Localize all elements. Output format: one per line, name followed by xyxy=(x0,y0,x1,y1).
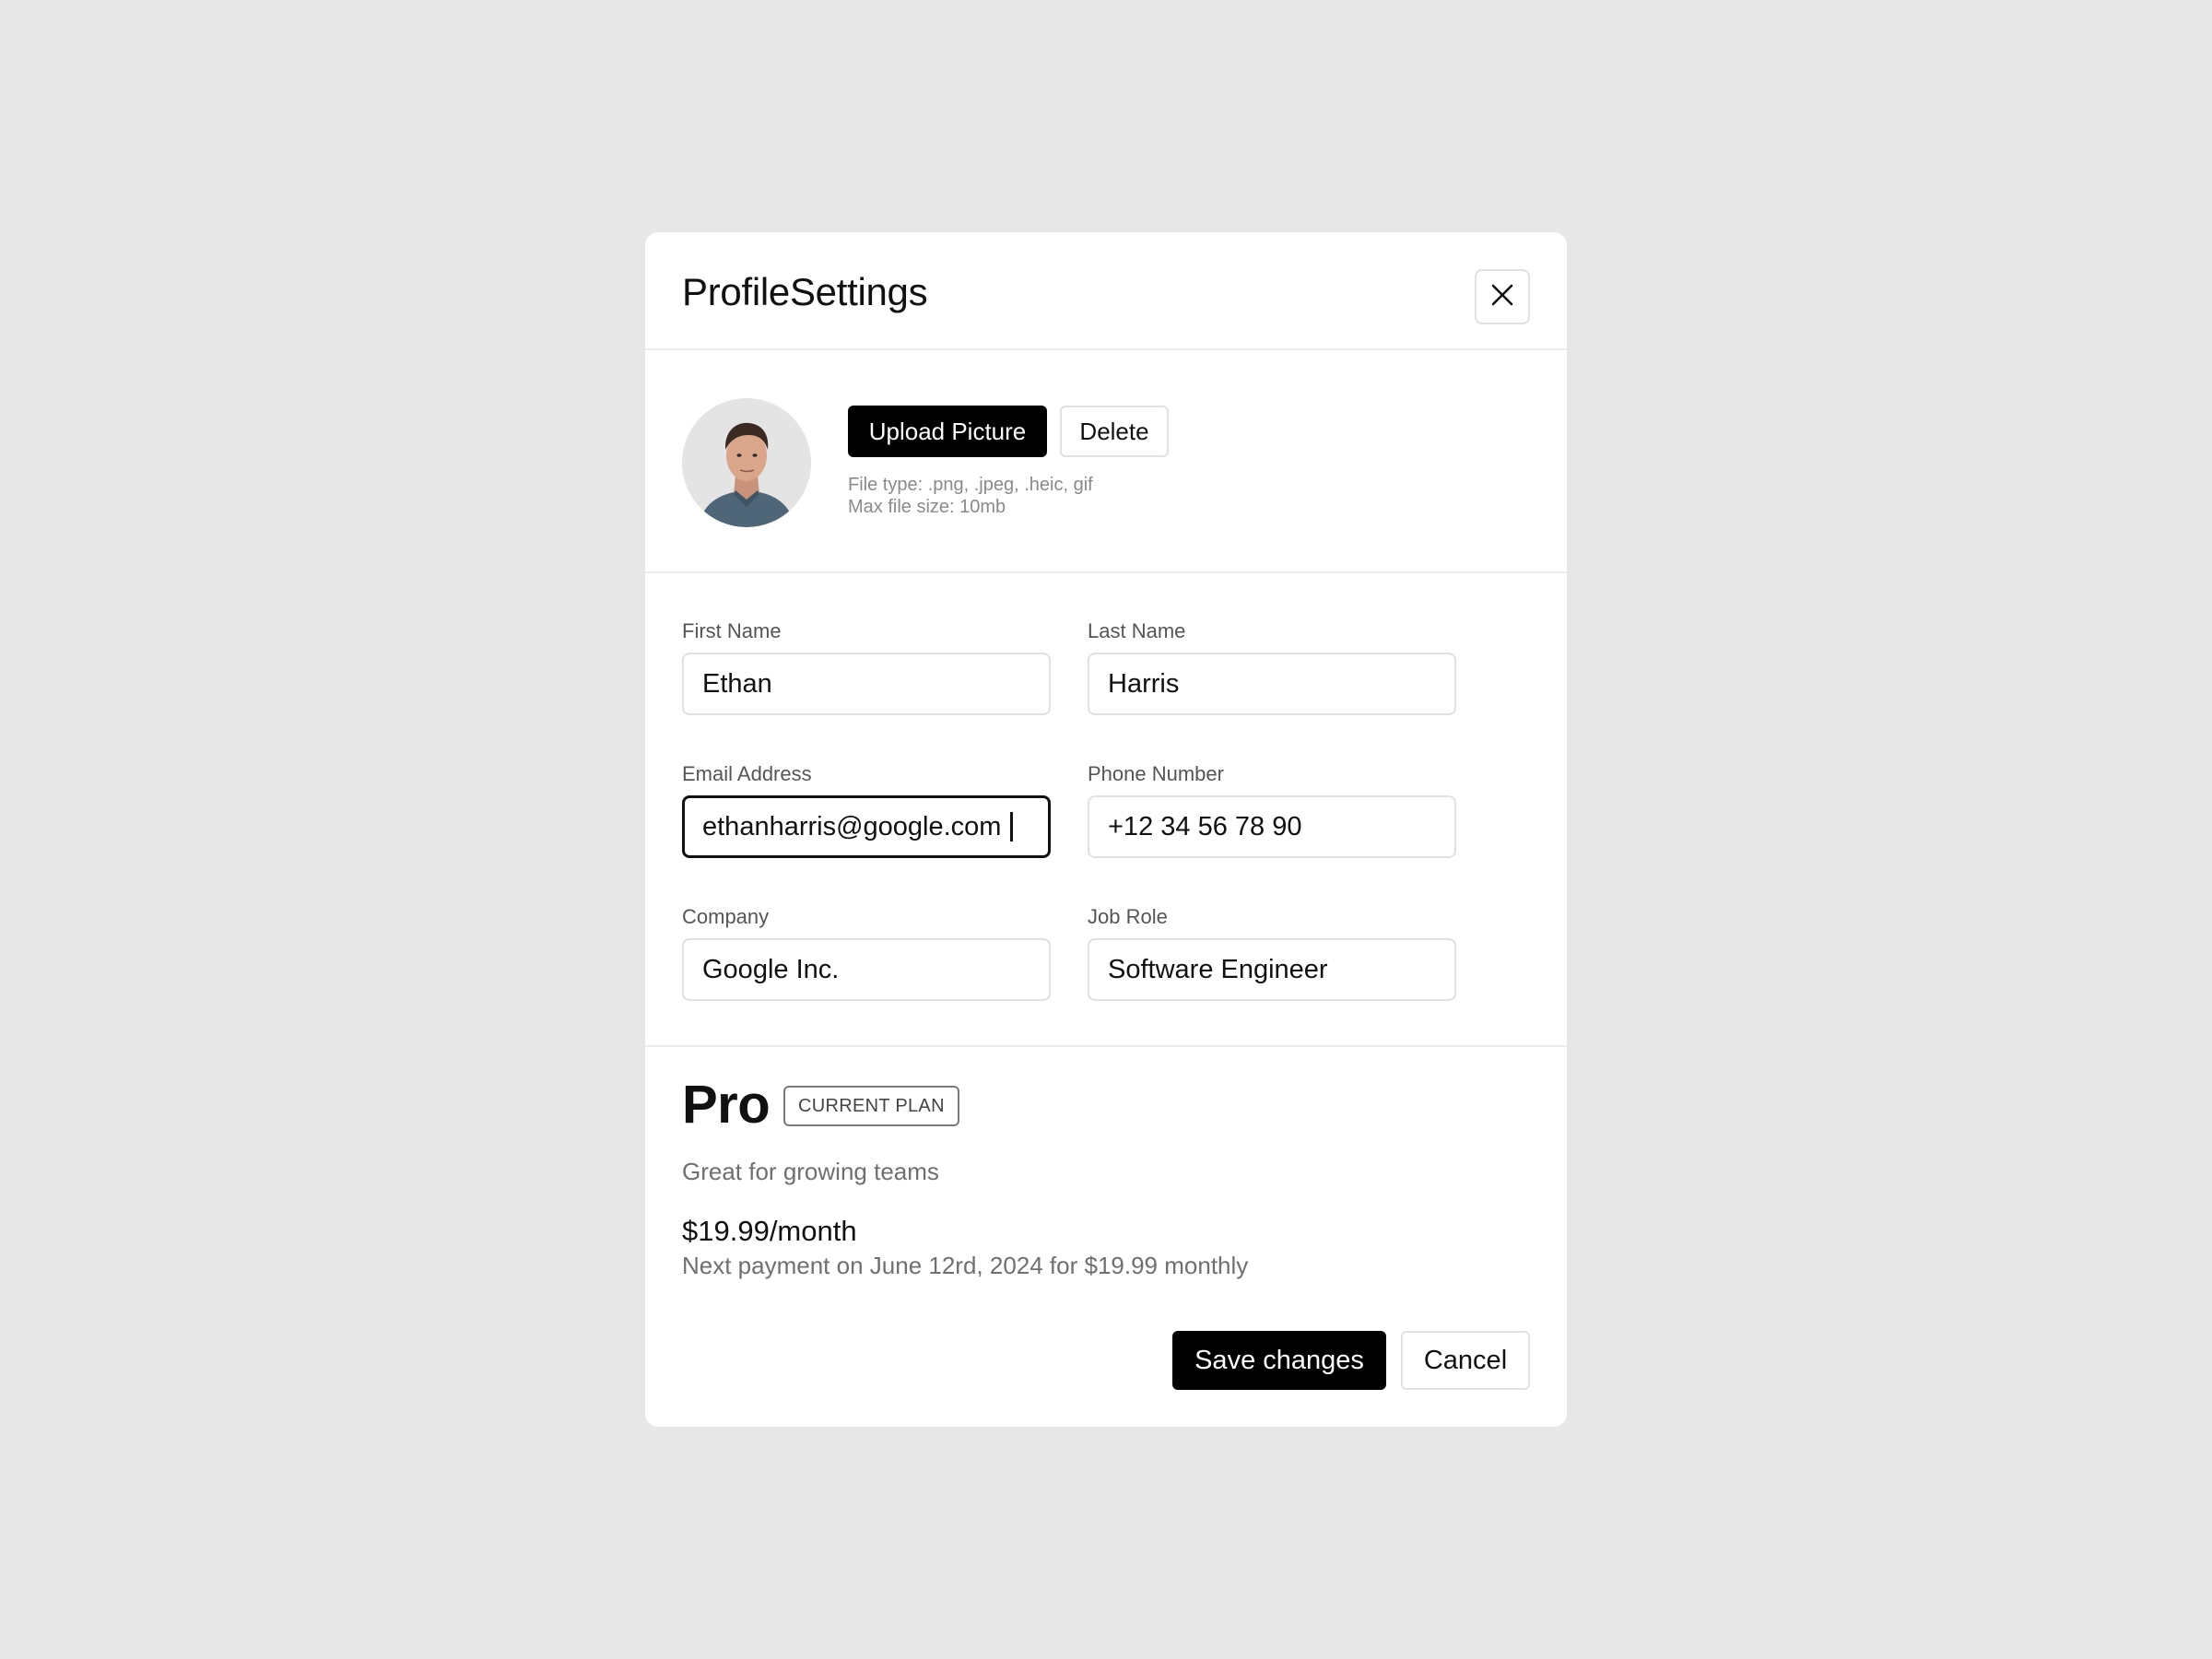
section-divider xyxy=(645,1045,1567,1047)
section-divider xyxy=(645,571,1567,573)
email-label: Email Address xyxy=(682,762,812,785)
first-name-input[interactable]: Ethan xyxy=(682,653,1051,715)
delete-picture-button[interactable]: Delete xyxy=(1060,406,1169,457)
last-name-value: Harris xyxy=(1108,668,1180,699)
close-button[interactable] xyxy=(1475,269,1530,324)
cancel-button[interactable]: Cancel xyxy=(1401,1331,1530,1390)
next-payment-text: Next payment on June 12rd, 2024 for $19.… xyxy=(682,1252,1249,1279)
job-role-label: Job Role xyxy=(1088,905,1168,928)
dialog-header: ProfileSettings xyxy=(645,232,1567,350)
phone-input[interactable]: +12 34 56 78 90 xyxy=(1088,795,1456,858)
first-name-label: First Name xyxy=(682,619,782,642)
company-value: Google Inc. xyxy=(702,954,840,984)
first-name-value: Ethan xyxy=(702,668,772,699)
plan-description: Great for growing teams xyxy=(682,1158,939,1185)
last-name-input[interactable]: Harris xyxy=(1088,653,1456,715)
phone-label: Phone Number xyxy=(1088,762,1224,785)
job-role-value: Software Engineer xyxy=(1108,954,1328,984)
company-input[interactable]: Google Inc. xyxy=(682,938,1051,1001)
company-label: Company xyxy=(682,905,770,928)
last-name-label: Last Name xyxy=(1088,619,1186,642)
save-changes-button[interactable]: Save changes xyxy=(1172,1331,1386,1390)
text-caret xyxy=(1010,812,1014,841)
file-type-hint: File type: .png, .jpeg, .heic, gif xyxy=(848,475,1093,495)
max-size-hint: Max file size: 10mb xyxy=(848,497,1006,517)
phone-value: +12 34 56 78 90 xyxy=(1108,811,1302,841)
profile-settings-dialog: ProfileSettings Upload Picture Delete Fi… xyxy=(645,232,1567,1427)
close-icon xyxy=(1490,283,1514,312)
plan-price: $19.99/month xyxy=(682,1215,857,1247)
avatar xyxy=(682,398,811,527)
email-input[interactable]: ethanharris@google.com xyxy=(682,795,1051,858)
email-value: ethanharris@google.com xyxy=(702,811,1002,841)
dialog-title: ProfileSettings xyxy=(682,270,928,313)
upload-picture-button[interactable]: Upload Picture xyxy=(848,406,1047,457)
plan-name: Pro xyxy=(682,1075,771,1135)
current-plan-badge: CURRENT PLAN xyxy=(783,1086,959,1126)
job-role-input[interactable]: Software Engineer xyxy=(1088,938,1456,1001)
